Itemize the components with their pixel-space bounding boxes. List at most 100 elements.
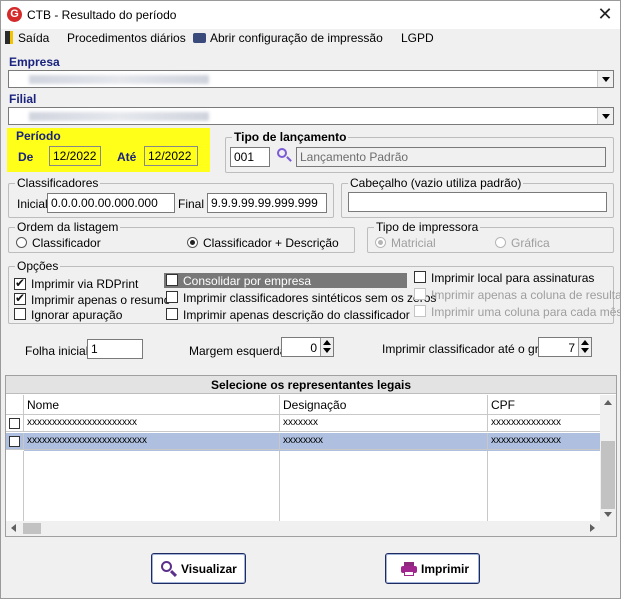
scroll-up-icon[interactable] [604, 400, 612, 405]
tipo-lancamento-group: Tipo de lançamento 001 Lançamento Padrão [225, 130, 614, 173]
chevron-down-icon[interactable] [597, 108, 613, 124]
opcao-assinaturas-label: Imprimir local para assinaturas [431, 271, 595, 285]
impressora-radio-matricial[interactable] [375, 237, 386, 248]
menu-exit-label: Saída [18, 31, 50, 45]
tipo-lancamento-title: Tipo de lançamento [232, 130, 349, 144]
opcao-assinaturas-checkbox[interactable] [414, 271, 426, 283]
search-icon[interactable] [276, 147, 293, 165]
ordem-option-classificador: Classificador [32, 236, 101, 250]
spin-arrows-icon[interactable] [578, 338, 591, 356]
search-icon [161, 561, 178, 578]
periodo-de-input[interactable]: 12/2022 [49, 146, 101, 166]
menu-print-config[interactable]: Abrir configuração de impressão [193, 31, 383, 45]
folha-inicial-input[interactable]: 1 [87, 339, 143, 359]
ordem-title: Ordem da listagem [15, 220, 121, 234]
tipo-lancamento-code-input[interactable]: 001 [230, 147, 270, 167]
ordem-radio-classificador[interactable] [16, 237, 27, 248]
folha-inicial-label: Folha inicial [25, 344, 89, 358]
table-row-designacao[interactable]: xxxxxxx [280, 415, 488, 432]
window-title: CTB - Resultado do período [27, 8, 177, 22]
opcao-coluna-resultado-checkbox[interactable] [414, 288, 426, 300]
window: G CTB - Resultado do período ✕ Saída Pro… [0, 0, 621, 599]
menu-daily[interactable]: Procedimentos diários [67, 31, 186, 45]
impressora-radio-grafica[interactable] [495, 237, 506, 248]
scroll-right-icon[interactable] [590, 524, 595, 532]
representantes-title: Selecione os representantes legais [6, 376, 616, 394]
row-checkbox[interactable] [9, 436, 20, 447]
grid-col-divider [487, 451, 488, 521]
classificadores-inicial-label: Inicial [17, 197, 48, 211]
opcao-sinteticos-label: Imprimir classificadores sintéticos sem … [183, 291, 437, 305]
imprimir-button[interactable]: Imprimir [385, 553, 480, 584]
vertical-scrollbar[interactable] [600, 395, 616, 521]
horizontal-scrollbar[interactable] [6, 521, 600, 536]
grau-label: Imprimir classificador até o grau [382, 342, 553, 356]
menu-lgpd[interactable]: LGPD [401, 31, 434, 45]
grau-value: 7 [568, 341, 575, 355]
filial-select[interactable] [8, 107, 614, 125]
scroll-left-icon[interactable] [11, 524, 16, 532]
opcao-resumo-checkbox[interactable] [14, 291, 26, 305]
classificadores-final-input[interactable]: 9.9.9.99.99.999.999 [207, 193, 327, 213]
cabecalho-input[interactable] [348, 192, 607, 212]
scroll-thumb[interactable] [601, 441, 615, 509]
grid-header-nome[interactable]: Nome [24, 395, 280, 415]
printer-icon [401, 562, 417, 576]
classificadores-inicial-input[interactable]: 0.0.0.00.00.000.000 [47, 193, 175, 213]
impressora-group: Tipo de impressora Matricial Gráfica [367, 220, 614, 253]
opcao-resumo-label: Imprimir apenas o resumo [31, 293, 171, 307]
table-row-cpf[interactable]: xxxxxxxxxxxxxx [488, 415, 600, 432]
scroll-corner [600, 521, 616, 536]
imprimir-label: Imprimir [421, 562, 470, 576]
printer-icon [193, 33, 206, 43]
opcao-coluna-mes-checkbox[interactable] [414, 305, 426, 317]
tipo-lancamento-description: Lançamento Padrão [296, 147, 606, 167]
table-row-cpf[interactable]: xxxxxxxxxxxxxx [488, 433, 600, 450]
scroll-down-icon[interactable] [604, 512, 612, 517]
grid-col-divider [279, 451, 280, 521]
impressora-option-grafica: Gráfica [511, 236, 550, 250]
table-row-nome[interactable]: xxxxxxxxxxxxxxxxxxxxxxxx [24, 433, 280, 450]
grau-stepper[interactable]: 7 [538, 337, 592, 357]
empresa-select[interactable] [8, 70, 614, 88]
row-checkbox[interactable] [9, 418, 20, 429]
opcao-apuracao-label: Ignorar apuração [31, 308, 123, 322]
close-icon[interactable]: ✕ [593, 4, 617, 26]
table-row-nome[interactable]: xxxxxxxxxxxxxxxxxxxxxx [24, 415, 280, 432]
margem-esquerda-stepper[interactable]: 0 [281, 337, 334, 357]
filial-redacted-value [29, 112, 209, 121]
scroll-thumb[interactable] [23, 523, 41, 534]
grid-col-divider [23, 451, 24, 521]
filial-label: Filial [9, 92, 37, 106]
visualizar-button[interactable]: Visualizar [151, 553, 246, 584]
chevron-down-icon[interactable] [597, 71, 613, 87]
app-logo-icon: G [7, 7, 22, 22]
menu-exit[interactable]: Saída [5, 31, 49, 45]
representantes-grid: Selecione os representantes legais Nome … [5, 375, 617, 537]
table-row-checkbox-cell [6, 415, 24, 432]
grid-header-designacao[interactable]: Designação [280, 395, 488, 415]
impressora-option-matricial: Matricial [391, 236, 436, 250]
opcao-sinteticos-checkbox[interactable] [166, 291, 178, 303]
opcoes-group: Opções Imprimir via RDPrint Imprimir ape… [8, 259, 621, 324]
opcao-rdprint-label: Imprimir via RDPrint [31, 277, 139, 291]
impressora-title: Tipo de impressora [374, 220, 481, 234]
classificadores-title: Classificadores [15, 176, 101, 190]
periodo-ate-input[interactable]: 12/2022 [144, 146, 198, 166]
opcao-apuracao-checkbox[interactable] [14, 308, 26, 320]
ordem-radio-classificador-descricao[interactable] [187, 237, 198, 248]
spin-arrows-icon[interactable] [320, 338, 333, 356]
table-row-designacao[interactable]: xxxxxxxx [280, 433, 488, 450]
ordem-option-classificador-descricao: Classificador + Descrição [203, 236, 339, 250]
classificadores-group: Classificadores Inicial 0.0.0.00.00.000.… [8, 176, 334, 218]
opcao-consolidar-checkbox[interactable] [166, 274, 178, 286]
margem-esquerda-label: Margem esquerda [189, 344, 287, 358]
opcao-coluna-resultado-label: Imprimir apenas a coluna de resultado [431, 288, 621, 302]
visualizar-label: Visualizar [181, 562, 237, 576]
opcao-descricao-label: Imprimir apenas descrição do classificad… [183, 308, 410, 322]
grid-header-cpf[interactable]: CPF [488, 395, 600, 415]
opcao-descricao-checkbox[interactable] [166, 308, 178, 320]
ordem-group: Ordem da listagem Classificador Classifi… [8, 220, 355, 253]
opcao-rdprint-checkbox[interactable] [14, 276, 26, 290]
periodo-ate-label: Até [117, 150, 137, 164]
